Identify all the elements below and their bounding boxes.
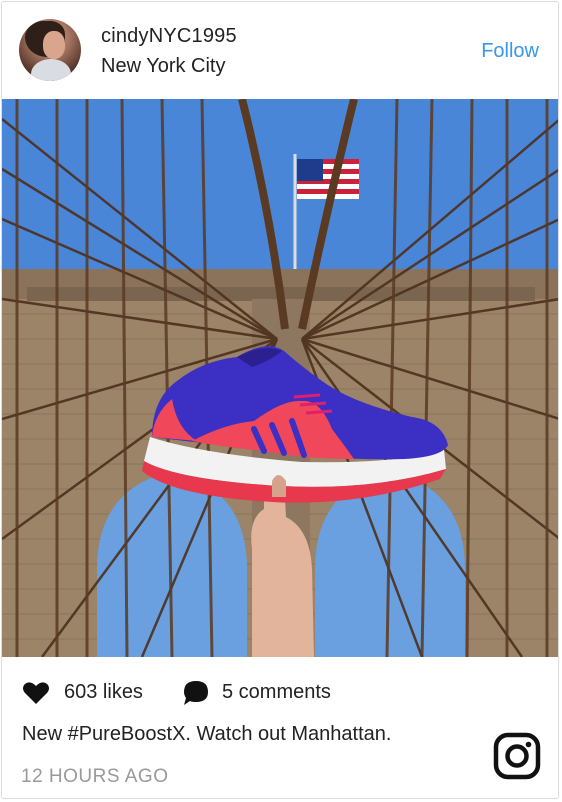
username[interactable]: cindyNYC1995 [101,25,237,48]
bridge-photo [2,99,558,657]
comment-bubble-icon[interactable] [182,680,210,706]
post-header: cindyNYC1995 New York City Follow [2,2,558,99]
comments-count[interactable]: 5 comments [222,681,331,704]
post-photo[interactable] [2,99,558,657]
post-timestamp[interactable]: 12 HOURS AGO [21,766,169,788]
post-caption: New #PureBoostX. Watch out Manhattan. [22,723,392,745]
likes-count[interactable]: 603 likes [64,681,143,704]
instagram-icon[interactable] [493,732,541,780]
heart-icon[interactable] [22,681,50,705]
avatar[interactable] [19,19,81,81]
follow-button[interactable]: Follow [481,40,539,63]
location[interactable]: New York City [101,55,226,78]
instagram-embed-card: cindyNYC1995 New York City Follow 603 li… [1,1,559,799]
